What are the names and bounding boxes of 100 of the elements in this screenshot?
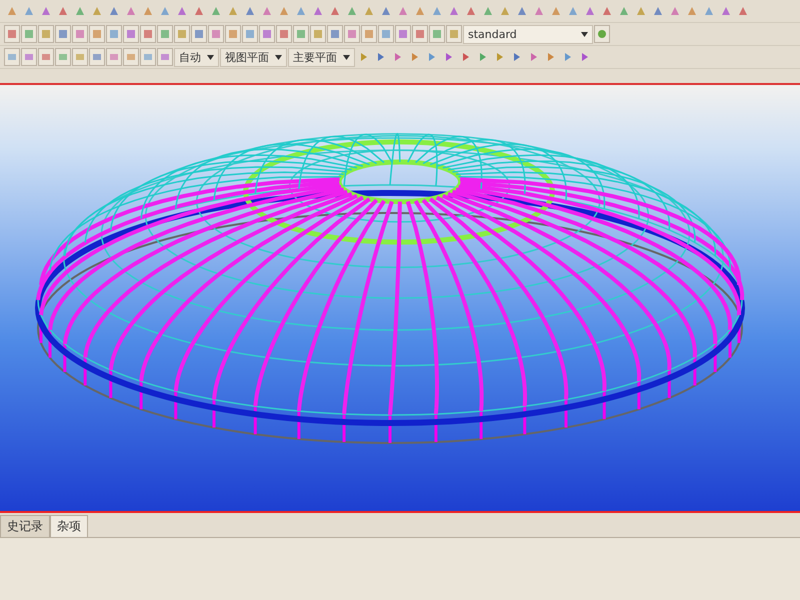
tool-icon bbox=[142, 51, 154, 63]
tool-button[interactable] bbox=[594, 25, 610, 43]
tool-icon bbox=[431, 28, 443, 40]
view-dropdown[interactable]: 主要平面 bbox=[288, 48, 355, 66]
tool-button[interactable] bbox=[208, 25, 224, 43]
tool-button[interactable] bbox=[412, 25, 428, 43]
tool-icon bbox=[57, 5, 69, 17]
tool-icon bbox=[74, 28, 86, 40]
tool-button[interactable] bbox=[157, 25, 173, 43]
tool-icon bbox=[703, 5, 715, 17]
tool-button[interactable] bbox=[106, 48, 122, 66]
tool-icon bbox=[261, 28, 273, 40]
tool-icon bbox=[108, 51, 120, 63]
tool-icon bbox=[601, 5, 613, 17]
tool-icon bbox=[125, 5, 137, 17]
view-dropdown[interactable]: 自动 bbox=[174, 48, 219, 66]
tool-icon bbox=[295, 28, 307, 40]
tool-icon bbox=[448, 5, 460, 17]
panel-tab[interactable]: 杂项 bbox=[50, 515, 88, 537]
tool-button[interactable] bbox=[191, 25, 207, 43]
tool-icon bbox=[720, 5, 732, 17]
tool-button[interactable] bbox=[446, 25, 462, 43]
tool-icon bbox=[227, 28, 239, 40]
panel-tab[interactable]: 史记录 bbox=[0, 515, 50, 537]
tool-icon bbox=[533, 5, 545, 17]
tool-icon bbox=[6, 51, 18, 63]
tool-button[interactable] bbox=[38, 48, 54, 66]
tool-button[interactable] bbox=[140, 25, 156, 43]
tool-button[interactable] bbox=[327, 25, 343, 43]
tool-icon bbox=[159, 5, 171, 17]
tool-icon bbox=[652, 5, 664, 17]
tool-icon bbox=[363, 5, 375, 17]
tool-button[interactable] bbox=[429, 25, 445, 43]
tool-button[interactable] bbox=[157, 48, 173, 66]
tool-button[interactable] bbox=[174, 25, 190, 43]
tool-icon bbox=[125, 28, 137, 40]
tool-button[interactable] bbox=[89, 48, 105, 66]
tool-button[interactable] bbox=[378, 25, 394, 43]
tool-icon bbox=[397, 28, 409, 40]
tool-button[interactable] bbox=[72, 48, 88, 66]
tool-button[interactable] bbox=[276, 25, 292, 43]
tool-button[interactable] bbox=[293, 25, 309, 43]
tool-button[interactable] bbox=[38, 25, 54, 43]
tool-button[interactable] bbox=[310, 25, 326, 43]
tool-icon bbox=[414, 28, 426, 40]
tool-icon bbox=[108, 28, 120, 40]
tool-button[interactable] bbox=[55, 25, 71, 43]
tool-button[interactable] bbox=[4, 48, 20, 66]
tool-icon bbox=[74, 51, 86, 63]
tool-icon bbox=[397, 5, 409, 17]
tool-icon bbox=[40, 51, 52, 63]
tool-icon bbox=[686, 5, 698, 17]
tool-icon bbox=[23, 51, 35, 63]
tool-icon bbox=[278, 5, 290, 17]
view-dropdown[interactable]: 视图平面 bbox=[220, 48, 287, 66]
tool-icon bbox=[550, 5, 562, 17]
tool-button[interactable] bbox=[123, 25, 139, 43]
tool-button[interactable] bbox=[225, 25, 241, 43]
tool-button[interactable] bbox=[140, 48, 156, 66]
tool-icon bbox=[91, 28, 103, 40]
tool-icon bbox=[159, 51, 171, 63]
tool-icon bbox=[193, 28, 205, 40]
caret-icon bbox=[343, 54, 350, 60]
tool-icon bbox=[329, 28, 341, 40]
tool-icon bbox=[414, 5, 426, 17]
tool-icon bbox=[329, 5, 341, 17]
tool-button[interactable] bbox=[21, 25, 37, 43]
tool-icon bbox=[635, 5, 647, 17]
tool-icon bbox=[125, 51, 137, 63]
style-dropdown[interactable]: standard bbox=[463, 24, 593, 44]
tool-icon bbox=[618, 5, 630, 17]
tool-button[interactable] bbox=[106, 25, 122, 43]
tool-button[interactable] bbox=[4, 25, 20, 43]
tool-button[interactable] bbox=[259, 25, 275, 43]
tool-icon bbox=[159, 28, 171, 40]
tool-icon bbox=[6, 5, 18, 17]
tool-button[interactable] bbox=[344, 25, 360, 43]
tool-button[interactable] bbox=[72, 25, 88, 43]
tool-button[interactable] bbox=[395, 25, 411, 43]
tool-icon bbox=[91, 5, 103, 17]
tool-icon bbox=[57, 28, 69, 40]
tool-icon bbox=[737, 5, 749, 17]
tool-icon bbox=[596, 28, 608, 40]
tool-icon bbox=[380, 5, 392, 17]
tool-icon bbox=[176, 5, 188, 17]
tool-icon bbox=[227, 5, 239, 17]
tool-icon bbox=[142, 5, 154, 17]
tool-icon bbox=[176, 28, 188, 40]
tool-button[interactable] bbox=[123, 48, 139, 66]
tool-icon bbox=[363, 28, 375, 40]
tool-icon bbox=[210, 28, 222, 40]
tool-button[interactable] bbox=[89, 25, 105, 43]
tool-button[interactable] bbox=[21, 48, 37, 66]
tool-icon bbox=[278, 28, 290, 40]
tool-button[interactable] bbox=[361, 25, 377, 43]
tool-icon bbox=[210, 5, 222, 17]
tool-button[interactable] bbox=[242, 25, 258, 43]
tool-icon bbox=[244, 5, 256, 17]
tool-icon bbox=[244, 28, 256, 40]
tool-button[interactable] bbox=[55, 48, 71, 66]
